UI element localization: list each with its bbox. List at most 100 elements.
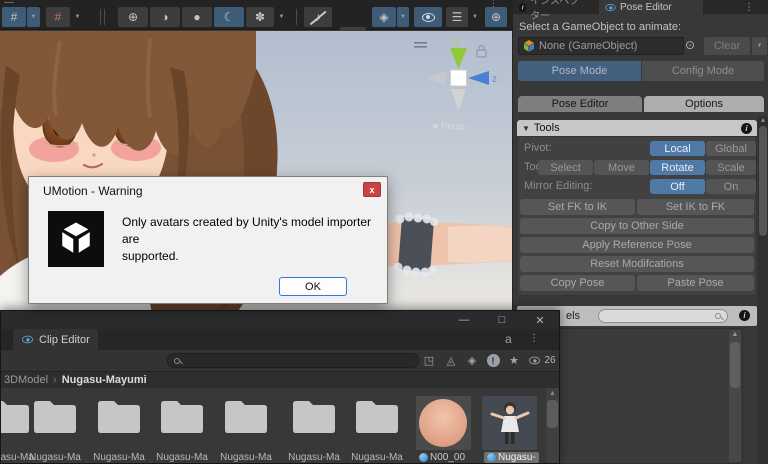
pose-mode-button[interactable]: Pose Mode <box>518 61 641 81</box>
folder-label[interactable]: Nugasu-Ma <box>23 452 87 463</box>
channels-scrollbar[interactable]: ▲ <box>729 330 741 462</box>
effects-flower-button[interactable]: ✽ <box>246 7 274 27</box>
material-label[interactable]: N00_00 <box>419 452 465 463</box>
scroll-up-icon[interactable]: ▲ <box>546 388 559 399</box>
gameobject-field-value: None (GameObject) <box>539 40 638 52</box>
channels-search-input[interactable] <box>598 309 728 323</box>
shading-wireframe-button[interactable]: ⊕ <box>118 7 148 27</box>
scrollbar-thumb[interactable] <box>759 126 767 236</box>
panel-scrollbar[interactable]: ▲ <box>758 116 768 464</box>
ok-button[interactable]: OK <box>279 277 347 296</box>
overlays-button[interactable]: ◈ <box>372 7 396 27</box>
scene-visibility-eye-button[interactable] <box>414 7 442 27</box>
tool-rotate-button[interactable]: Rotate <box>650 160 705 175</box>
config-mode-button[interactable]: Config Mode <box>642 61 764 81</box>
clip-editor-titlebar[interactable]: — □ ✕ <box>1 311 559 329</box>
mirror-on-button[interactable]: On <box>706 179 756 194</box>
alert-icon[interactable]: ! <box>484 352 502 369</box>
window-menu-dots[interactable]: ⋮ <box>529 333 539 344</box>
breadcrumb-root[interactable]: 3DModel <box>4 374 48 386</box>
tools-section-header[interactable]: ▼ Tools i <box>517 120 757 136</box>
lock-icon[interactable]: a <box>505 332 512 346</box>
minimize-button[interactable]: — <box>453 312 475 328</box>
folder-icon[interactable] <box>291 396 337 434</box>
shading-lit-button[interactable]: ● <box>182 7 212 27</box>
subtab-pose-editor[interactable]: Pose Editor <box>518 96 642 112</box>
gizmo-y-label: y <box>455 36 460 47</box>
copy-pose-button[interactable]: Copy Pose <box>520 275 635 291</box>
effects-dropdown[interactable]: ▼ <box>275 7 288 27</box>
gizmos-button[interactable]: ⊕ <box>485 7 507 27</box>
grid-move-dropdown[interactable]: ▼ <box>71 7 84 27</box>
tab-clip-editor[interactable]: Clip Editor <box>13 329 98 350</box>
apply-reference-pose-button[interactable]: Apply Reference Pose <box>520 237 754 253</box>
folder-icon[interactable] <box>159 396 205 434</box>
info-icon[interactable]: i <box>739 310 750 321</box>
toolbar-menu-dots[interactable]: ⋮ <box>489 0 498 9</box>
folder-label[interactable]: Nugasu-Ma <box>345 452 409 463</box>
tab-pose-editor[interactable]: Pose Editor <box>599 0 703 14</box>
model-thumbnail[interactable] <box>482 396 537 450</box>
folder-icon[interactable] <box>223 396 269 434</box>
mirror-off-button[interactable]: Off <box>650 179 705 194</box>
tag-icon[interactable]: ◈ <box>463 352 481 369</box>
favorites-star-icon[interactable]: ★ <box>505 352 523 369</box>
folder-label[interactable]: Nugasu-Ma <box>282 452 346 463</box>
overlays-dropdown[interactable]: ▼ <box>397 7 409 27</box>
gizmo-center-cube[interactable] <box>450 69 467 87</box>
folder-label[interactable]: Nugasu-Ma <box>150 452 214 463</box>
visibility-count[interactable]: 26 <box>525 352 559 369</box>
filter-by-type-icon[interactable]: ◬ <box>442 352 460 369</box>
maximize-button[interactable]: □ <box>491 312 513 328</box>
expand-pane-icon[interactable]: ◳ <box>420 352 438 369</box>
folder-icon[interactable] <box>96 396 142 434</box>
folder-label[interactable]: Nugasu-Ma <box>87 452 151 463</box>
copy-to-other-side-button[interactable]: Copy to Other Side <box>520 218 754 234</box>
folder-icon[interactable] <box>0 396 31 434</box>
toolbar-separator <box>104 9 105 25</box>
model-label[interactable]: Nugasu- <box>484 452 539 463</box>
scroll-up-icon[interactable]: ▲ <box>729 330 741 340</box>
collapse-arrow-icon[interactable]: ▼ <box>522 124 530 133</box>
breadcrumb-current[interactable]: Nugasu-Mayumi <box>62 374 147 386</box>
info-icon[interactable]: i <box>741 122 752 134</box>
scene-toolbar: — # ▼ # ▼ ⊕ ◑ ● ☾ ✽ ▼ ♪ ƒ ◈ ▼ ☰ ▼ ⊕ ⋮ <box>0 0 512 47</box>
tab-inspector[interactable]: i インスペクター <box>513 0 593 22</box>
reset-modifications-button[interactable]: Reset Modifcations <box>520 256 754 272</box>
scrollbar-thumb[interactable] <box>730 342 740 388</box>
object-picker-icon[interactable]: ⊙ <box>685 38 695 52</box>
grid-snap-dropdown[interactable]: ▼ <box>27 7 40 27</box>
asset-grid-scrollbar[interactable]: ▲ <box>546 388 559 463</box>
scroll-up-icon[interactable]: ▲ <box>758 116 768 125</box>
subtab-options[interactable]: Options <box>644 96 764 112</box>
audio-off-icon[interactable]: ♪ <box>304 7 332 27</box>
set-fk-to-ik-button[interactable]: Set FK to IK <box>520 199 635 215</box>
search-input[interactable] <box>167 353 419 368</box>
folder-label[interactable]: Nugasu-Ma <box>214 452 278 463</box>
tool-scale-button[interactable]: Scale <box>706 160 756 175</box>
clear-dropdown[interactable]: ▼ <box>752 37 767 55</box>
gameobject-field[interactable]: None (GameObject) <box>518 37 684 55</box>
shading-halflit-button[interactable]: ◑ <box>150 7 180 27</box>
tool-move-button[interactable]: Move <box>594 160 649 175</box>
panel-menu-dots[interactable]: ⋮ <box>739 0 759 14</box>
material-thumbnail[interactable] <box>416 396 471 450</box>
folder-icon[interactable] <box>354 396 400 434</box>
pivot-global-button[interactable]: Global <box>706 141 756 156</box>
clear-button[interactable]: Clear <box>704 37 750 55</box>
layers-dropdown[interactable]: ▼ <box>469 7 481 27</box>
grid-snap-button[interactable]: # <box>2 7 26 27</box>
dialog-close-button[interactable]: x <box>363 182 381 197</box>
grid-move-button[interactable]: # <box>46 7 70 27</box>
tool-select-button[interactable]: Select <box>538 160 593 175</box>
moon-lighting-button[interactable]: ☾ <box>214 7 244 27</box>
paste-pose-button[interactable]: Paste Pose <box>637 275 754 291</box>
folder-icon[interactable] <box>32 396 78 434</box>
pivot-local-button[interactable]: Local <box>650 141 705 156</box>
gameobject-cube-icon <box>524 40 534 52</box>
close-button[interactable]: ✕ <box>529 312 551 328</box>
scrollbar-thumb[interactable] <box>547 400 558 428</box>
gizmo-persp-label[interactable]: ◄ Persp <box>430 121 465 131</box>
set-ik-to-fk-button[interactable]: Set IK to FK <box>637 199 754 215</box>
layers-button[interactable]: ☰ <box>446 7 468 27</box>
